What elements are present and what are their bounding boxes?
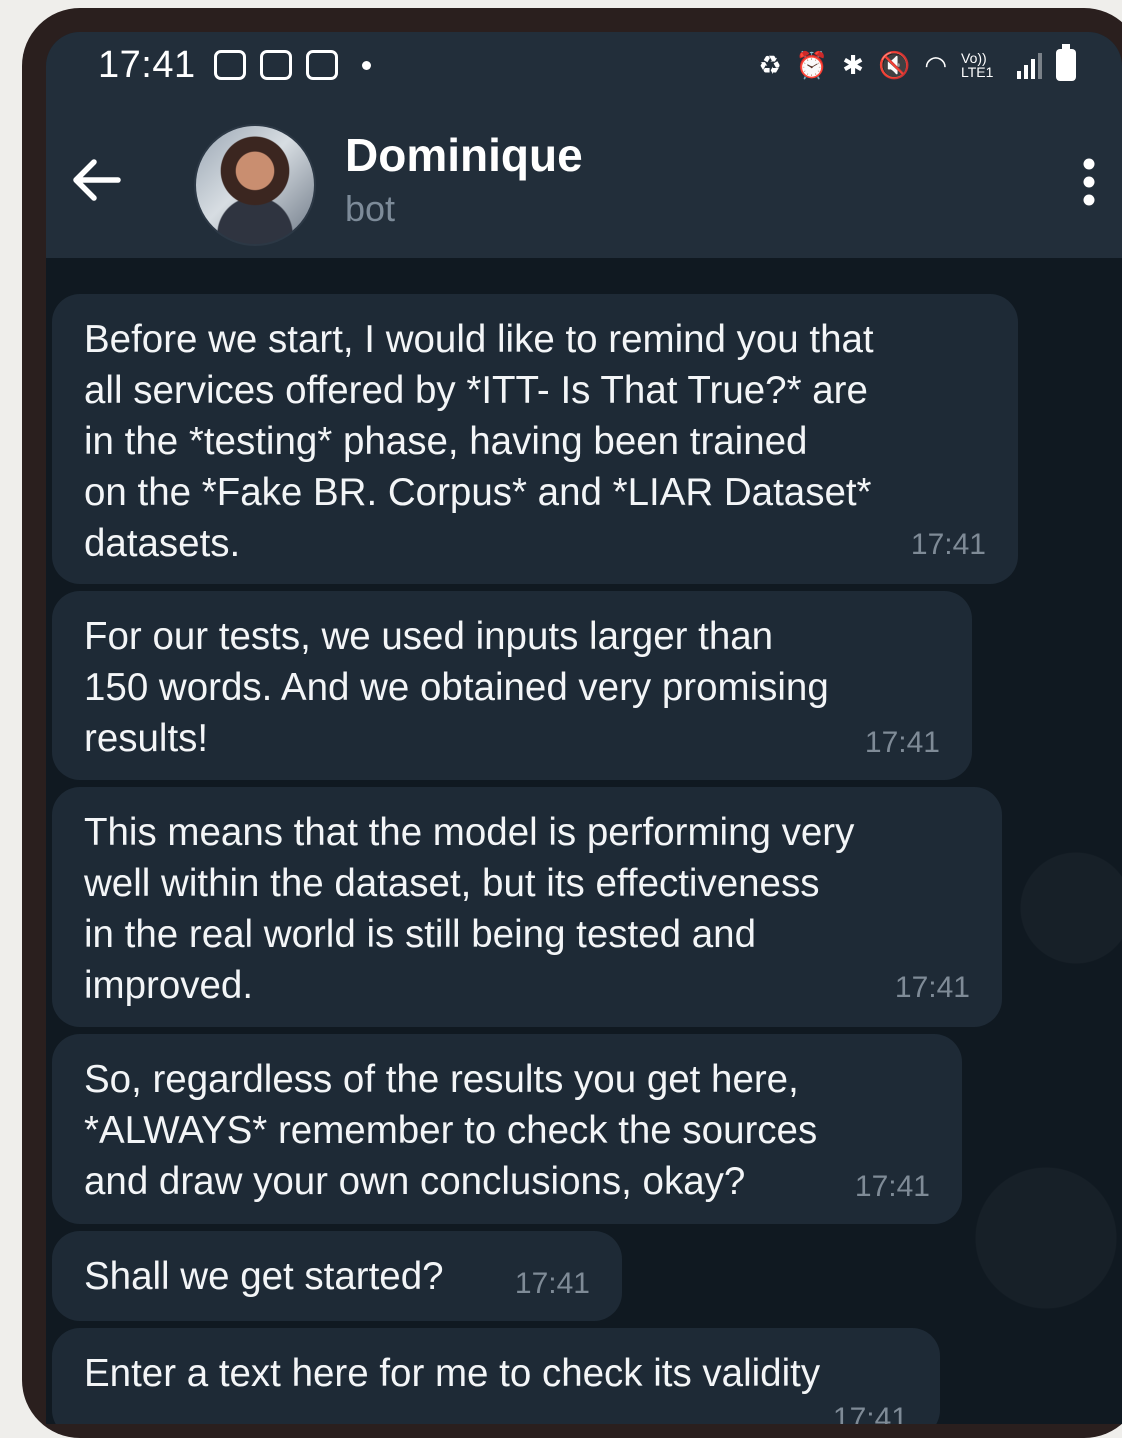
message-bubble: So, regardless of the results you get he… [52,1034,962,1224]
message-time: 17:41 [894,971,970,1004]
message-text: Enter a text here for me to check its va… [84,1352,821,1395]
message-text: For our tests, we used inputs larger tha… [84,615,829,760]
system-icons: ♻ ⏰ ✱ 🔇 ◠ Vo)) LTE1 [758,44,1076,81]
bluetooth-icon: ✱ [842,49,864,80]
more-options-icon[interactable] [1082,158,1096,206]
message-time: 17:41 [864,726,940,759]
contact-status: bot [345,188,396,229]
message-time: 17:41 [832,1402,908,1424]
message-text: Before we start, I would like to remind … [84,318,874,565]
gallery-icon [214,50,246,80]
more-notifications-dot-icon [362,60,371,70]
alarm-icon: ⏰ [795,49,829,80]
message-time: 17:41 [854,1170,930,1203]
message-list[interactable]: Before we start, I would like to remind … [46,258,1122,1424]
message-time: 17:41 [514,1267,590,1300]
notification-icons [214,50,371,80]
contact-name[interactable]: Dominique [345,128,583,182]
battery-icon [1056,44,1076,81]
message-bubble: Shall we get started? 17:41 [52,1231,622,1321]
wifi-icon: ◠ [924,49,947,80]
back-arrow-icon[interactable] [72,158,122,202]
message-bubble: For our tests, we used inputs larger tha… [52,591,972,780]
signal-icon [1017,51,1042,79]
message-text: This means that the model is performing … [84,811,855,1007]
voicemail-icon [306,50,338,80]
twitch-icon [260,50,292,80]
message-bubble: This means that the model is performing … [52,787,1002,1027]
mute-icon: 🔇 [877,49,911,80]
message-bubble: Before we start, I would like to remind … [52,294,1018,584]
message-text: So, regardless of the results you get he… [84,1058,818,1203]
recycle-icon: ♻ [758,49,782,80]
message-bubble: Enter a text here for me to check its va… [52,1328,940,1424]
telegram-screen: 17:41 ♻ ⏰ ✱ 🔇 ◠ Vo)) LTE1 Dominique bot [46,32,1122,1424]
chat-header: Dominique bot [46,102,1122,258]
status-bar: 17:41 ♻ ⏰ ✱ 🔇 ◠ Vo)) LTE1 [46,32,1122,102]
status-time: 17:41 [98,44,196,86]
contact-avatar[interactable] [194,124,316,246]
network-label: Vo)) LTE1 [961,50,994,80]
message-time: 17:41 [910,528,986,561]
